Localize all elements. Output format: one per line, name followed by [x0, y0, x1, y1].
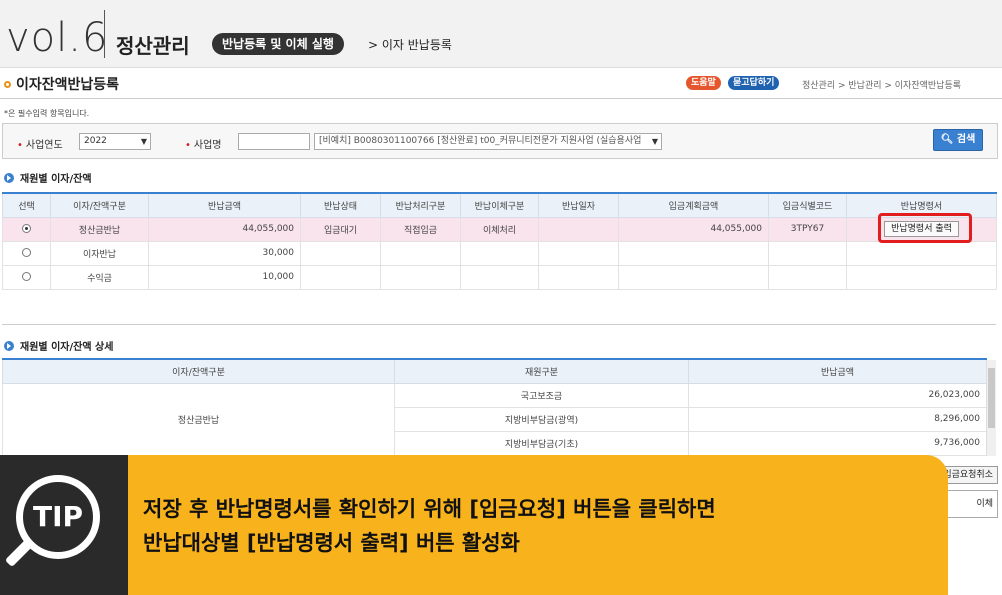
search-button[interactable]: 🔍︎ 검색 — [933, 129, 983, 151]
detail-table: 이자/잔액구분 재원구분 반납금액 정산금반납 국고보조금 26,023,000… — [2, 358, 987, 456]
highlight-box — [878, 213, 972, 243]
biz-input[interactable] — [238, 133, 310, 150]
header-crumb: > 이자 반납등록 — [368, 38, 452, 52]
section-arrow-icon — [4, 172, 14, 183]
row-radio[interactable] — [22, 224, 31, 233]
tip-line-2: 반납대상별 [반납명령서 출력] 버튼 활성화 — [143, 531, 520, 555]
col-header: 이자/잔액구분 — [2, 358, 395, 384]
section-arrow-icon — [4, 340, 14, 351]
col-header: 반납금액 — [148, 192, 301, 218]
manual-header: vol.6 정산관리 반납등록 및 이체 실행 > 이자 반납등록 — [0, 0, 1002, 68]
row-radio[interactable] — [22, 272, 31, 281]
search-icon: 🔍︎ — [940, 134, 954, 145]
row-radio[interactable] — [22, 248, 31, 257]
detail-scrollbar[interactable] — [986, 360, 996, 456]
table-header: 이자/잔액구분 재원구분 반납금액 — [2, 358, 987, 384]
chevron-down-icon: ▼ — [651, 137, 658, 146]
table-divider — [2, 324, 996, 325]
qa-button[interactable]: 묻고답하기 — [728, 76, 780, 90]
volume-label: vol.6 — [6, 15, 109, 61]
required-note: *은 필수입력 항목입니다. — [4, 109, 90, 118]
tip-magnifier-icon: TIP — [16, 475, 100, 559]
col-header: 입금식별코드 — [768, 192, 847, 218]
table-header: 선택 이자/잔액구분 반납금액 반납상태 반납처리구분 반납이체구분 반납일자 … — [2, 192, 997, 218]
help-button[interactable]: 도움말 — [686, 76, 721, 90]
col-header: 입금계획금액 — [618, 192, 769, 218]
table-row[interactable]: 정산금반납 44,055,000 입금대기 직접입금 이체처리 44,055,0… — [2, 216, 997, 242]
year-select[interactable]: 2022 ▼ — [79, 133, 151, 150]
title-divider — [0, 98, 1002, 99]
page-title-text: 이자잔액반납등록 — [16, 77, 120, 93]
col-header: 이자/잔액구분 — [50, 192, 149, 218]
col-header: 반납상태 — [300, 192, 381, 218]
tip-text: 저장 후 반납명령서를 확인하기 위해 [입금요청] 버튼을 클릭하면 반납대상… — [143, 492, 716, 560]
col-header: 반납금액 — [688, 358, 987, 384]
biz-select[interactable]: [비예치] B0080301100766 [정산완료] t00_커뮤니티전문가 … — [314, 133, 662, 150]
tip-line-1: 저장 후 반납명령서를 확인하기 위해 [입금요청] 버튼을 클릭하면 — [143, 497, 716, 521]
search-panel: • 사업연도 2022 ▼ • 사업명 [비예치] B0080301100766 [정… — [2, 123, 998, 159]
balance-table: 선택 이자/잔액구분 반납금액 반납상태 반납처리구분 반납이체구분 반납일자 … — [2, 192, 997, 290]
breadcrumb: 정산관리 > 반납관리 > 이자잔액반납등록 — [802, 81, 962, 91]
table-row[interactable]: 이자반납 30,000 — [2, 240, 997, 266]
col-header: 반납처리구분 — [380, 192, 461, 218]
section2-title: 재원별 이자/잔액 상세 — [4, 338, 113, 353]
section1-title: 재원별 이자/잔액 — [4, 170, 92, 185]
scrollbar-thumb[interactable] — [988, 368, 995, 428]
table-row: 정산금반납 국고보조금 26,023,000 — [2, 382, 987, 456]
col-header: 재원구분 — [394, 358, 689, 384]
chevron-down-icon: ▼ — [140, 137, 147, 146]
col-header: 반납이체구분 — [460, 192, 539, 218]
page-title: 이자잔액반납등록 — [4, 74, 119, 94]
col-header: 선택 — [2, 192, 51, 218]
section-pill: 반납등록 및 이체 실행 — [212, 33, 344, 55]
group-cell: 정산금반납 — [2, 382, 395, 456]
col-header: 반납일자 — [538, 192, 619, 218]
biz-label: • 사업명 — [185, 140, 222, 151]
header-divider — [104, 10, 105, 58]
table-row[interactable]: 수익금 10,000 — [2, 264, 997, 290]
title-bullet-icon — [4, 80, 11, 88]
year-label: • 사업연도 — [17, 140, 63, 151]
section-title: 정산관리 — [116, 34, 190, 58]
